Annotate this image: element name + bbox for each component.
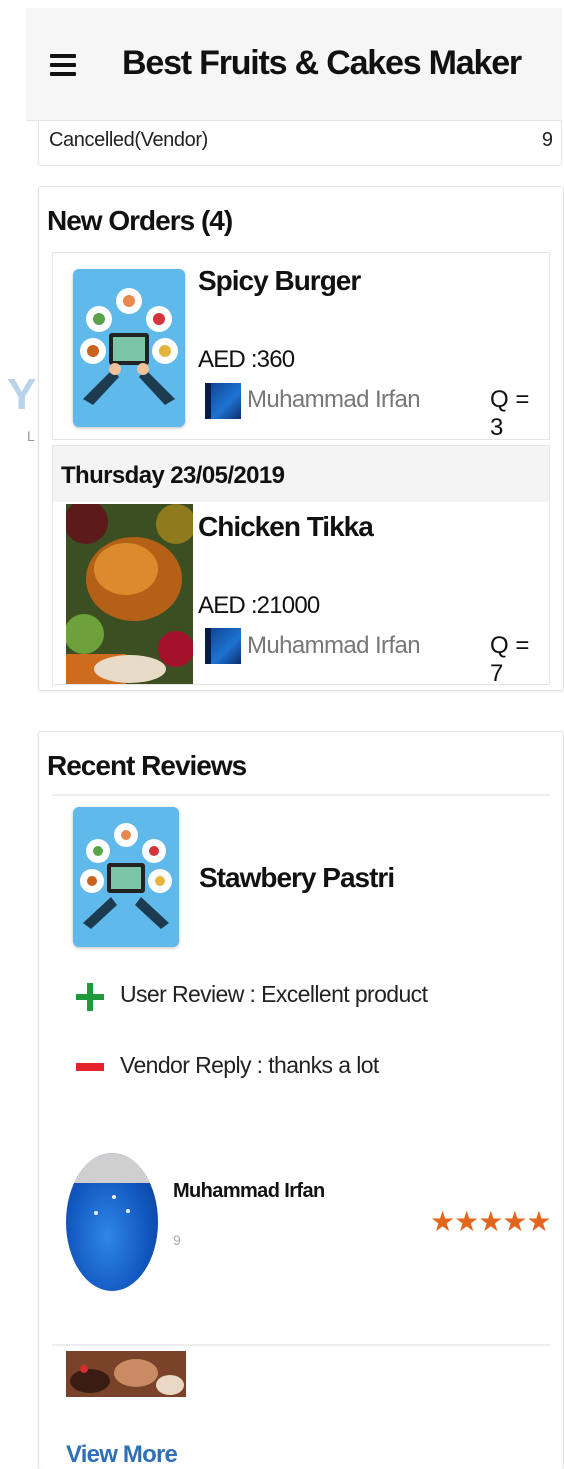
divider <box>52 1344 550 1346</box>
order-date: Thursday 23/05/2019 <box>53 446 549 502</box>
app-bar: Best Fruits & Cakes Maker <box>26 8 562 121</box>
reviewer-avatar <box>66 1153 158 1291</box>
product-name: Spicy Burger <box>198 265 361 296</box>
order-quantity: Q = 7 <box>490 632 530 687</box>
vendor-reply-text: Vendor Reply : thanks a lot <box>120 1052 379 1078</box>
order-item[interactable]: Thursday 23/05/2019 Chicken Tikka AED :2… <box>52 445 550 687</box>
vendor-name: Muhammad Irfan <box>247 386 421 413</box>
watermark-sub: L <box>27 428 35 444</box>
watermark-letter: Y <box>7 370 37 419</box>
roast-chicken-image <box>66 504 193 684</box>
vendor-avatar <box>205 383 241 419</box>
rating-stars: ★★★★★ <box>430 1206 552 1237</box>
reviewed-product-name: Stawbery Pastri <box>199 862 395 893</box>
order-item[interactable]: Spicy Burger AED :360 Muhammad Irfan Q =… <box>52 252 550 441</box>
cake-image <box>66 1351 186 1397</box>
view-more-link[interactable]: View More <box>66 1441 178 1469</box>
status-row-cancelled-vendor[interactable]: Cancelled(Vendor) 9 <box>38 121 562 166</box>
order-price: AED :21000 <box>198 592 320 619</box>
user-review-text: User Review : Excellent product <box>120 981 428 1007</box>
order-quantity: Q = 3 <box>490 386 530 441</box>
hamburger-menu-icon[interactable] <box>50 54 76 76</box>
reviewer-name: Muhammad Irfan <box>173 1180 325 1202</box>
divider <box>52 794 550 796</box>
reviewer-sub: 9 <box>173 1232 181 1248</box>
new-orders-title: New Orders (4) <box>47 205 233 236</box>
minus-icon <box>76 1063 104 1071</box>
app-illustration-image <box>73 807 179 947</box>
plus-icon <box>76 983 104 1011</box>
order-price: AED :360 <box>198 346 295 373</box>
vendor-name: Muhammad Irfan <box>247 632 421 659</box>
vendor-avatar <box>205 628 241 664</box>
app-title: Best Fruits & Cakes Maker <box>122 44 522 82</box>
status-row-count: 9 <box>541 129 553 151</box>
app-illustration-image <box>73 269 185 427</box>
status-row-label: Cancelled(Vendor) <box>49 129 208 151</box>
recent-reviews-title: Recent Reviews <box>47 750 247 781</box>
product-name: Chicken Tikka <box>198 511 374 542</box>
